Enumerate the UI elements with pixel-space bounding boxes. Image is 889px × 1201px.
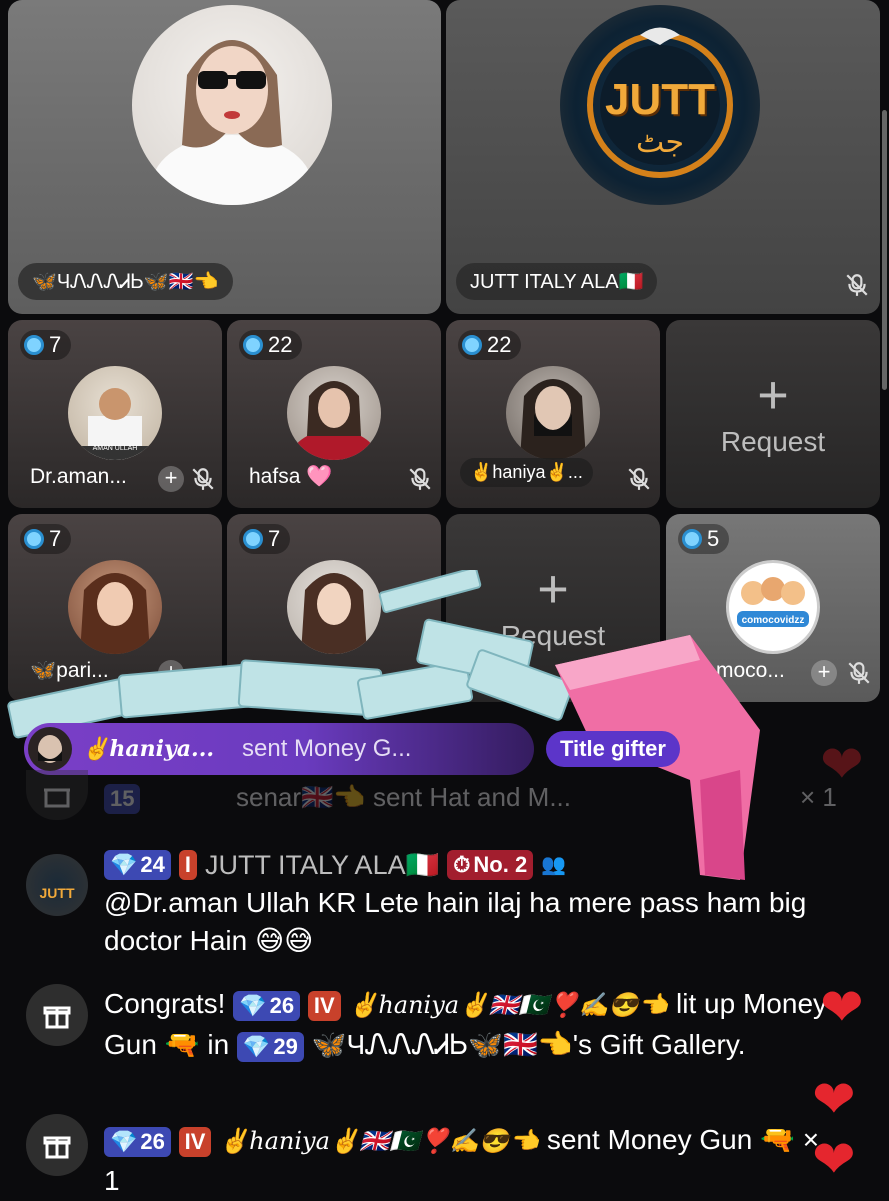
seat-name: hafsa 🩷 (249, 465, 333, 488)
message-text: @Dr.aman Ullah KR Lete hain ilaj ha mere… (104, 887, 807, 956)
user-avatar-text: JUTT (39, 885, 75, 901)
mic-muted-icon (409, 468, 431, 490)
level-badge: 💎 26 (233, 990, 301, 1021)
user-avatar[interactable]: JUTT (26, 854, 88, 916)
seat-score-value: 22 (487, 332, 512, 357)
gift-banner-sender: ✌️haniya... (82, 736, 215, 762)
seat-name: ✌️haniya✌️... (460, 458, 593, 487)
seat-score-value: 7 (49, 526, 62, 551)
level-badge: 💎 24 (104, 850, 171, 880)
seat-score-value: 5 (707, 526, 720, 551)
diamond-icon (462, 335, 482, 355)
heart-icon: ❤ (820, 979, 864, 1037)
request-label: Request (720, 426, 826, 457)
seat-3[interactable]: 22 ✌️haniya✌️... (446, 320, 660, 508)
level-badge: 💎 26 (104, 1126, 171, 1157)
level-value: 26 (269, 992, 295, 1018)
seat-score: 7 (239, 524, 291, 554)
gift-icon (26, 984, 88, 1046)
gift-banner-text: sent Money G... (242, 735, 412, 762)
rank-badge: ⏱ No. 2 (447, 850, 534, 880)
diamond-icon (243, 529, 263, 549)
diamond-icon: 💎 (242, 1033, 271, 1059)
diamond-icon: 💎 (239, 992, 267, 1018)
people-icon: 👥 (541, 854, 567, 876)
mic-muted-icon (628, 468, 650, 490)
host-name-2: JUTT ITALY ALA🇮🇹 (456, 263, 658, 300)
seat-score: 22 (458, 330, 522, 360)
congrats-text: Congrats! (104, 988, 226, 1019)
seat-score-value: 7 (49, 332, 62, 357)
seat-avatar: AMAN ULLAH (68, 366, 162, 460)
recipient-username[interactable]: 🦋ЧᏁᏁᏁᏗᏏ🦋🇬🇧👈 (312, 1029, 573, 1060)
fan-badge: I (178, 850, 198, 880)
rank-value: No. 2 (473, 852, 528, 877)
seat-avatar (287, 366, 381, 460)
seat-2[interactable]: 22 hafsa 🩷 (227, 320, 441, 508)
seat-score: 7 (20, 330, 72, 360)
heart-icon: ❤ (812, 1071, 856, 1129)
jutt-logo-text: JUTT (605, 75, 715, 124)
mic-muted-icon (846, 274, 868, 296)
heart-icon: ❤ (820, 736, 864, 794)
seat-1[interactable]: 7 AMAN ULLAH Dr.aman... + (8, 320, 222, 508)
diamond-icon (243, 335, 263, 355)
message-username[interactable]: JUTT ITALY ALA🇮🇹 (205, 846, 439, 884)
host-tile-1[interactable]: 🦋ЧᏁᏁᏁᏗᏏ🦋🇬🇧👈 (8, 0, 441, 314)
seat-name: Dr.aman... (30, 465, 127, 488)
gift-icon (26, 770, 88, 820)
host-name-1: 🦋ЧᏁᏁᏁᏗᏏ🦋🇬🇧👈 (18, 263, 233, 300)
seat-score: 7 (20, 524, 72, 554)
seat-avatar (506, 366, 600, 460)
stopwatch-icon: ⏱ (453, 852, 471, 877)
diamond-icon: 💎 (110, 852, 138, 877)
message-username[interactable]: ✌️haniya✌️🇬🇧🇵🇰❣️✍️😎👈 (348, 991, 668, 1019)
diamond-icon (24, 335, 44, 355)
message-text-end: 's Gift Gallery. (572, 1029, 746, 1060)
faded-message: senar🇬🇧👈 sent Hat and M... (236, 782, 571, 812)
host-avatar-1 (132, 5, 332, 205)
level-value: 24 (140, 852, 165, 877)
seat-score-value: 7 (268, 526, 281, 551)
gift-banner-avatar (28, 727, 72, 771)
gift-banner[interactable]: ✌️haniya... sent Money G... (24, 723, 534, 775)
level-value: 29 (273, 1033, 298, 1059)
seat-score-value: 22 (268, 332, 293, 357)
message-username[interactable]: ✌️haniya✌️🇬🇧🇵🇰❣️✍️😎👈 (219, 1127, 539, 1155)
seat-score: 22 (239, 330, 303, 360)
title-gifter-badge: Title gifter (546, 731, 680, 767)
seat-request-1[interactable]: + Request (666, 320, 880, 508)
jutt-logo: JUTT جٹ (560, 5, 760, 205)
mic-muted-icon (192, 468, 214, 490)
heart-icon: ❤ (812, 1131, 856, 1189)
gift-icon (26, 1114, 88, 1176)
avatar-caption: AMAN ULLAH (92, 445, 138, 452)
jutt-logo-subtext: جٹ (635, 126, 684, 159)
level-value: 26 (140, 1128, 165, 1154)
level-badge: 💎 29 (236, 1031, 304, 1062)
message-header: 💎 24 I JUTT ITALY ALA🇮🇹 ⏱ No. 2 👥 (104, 846, 864, 884)
scrollbar[interactable] (882, 110, 887, 390)
level-value: 15 (110, 786, 135, 811)
follow-button[interactable]: + (158, 466, 184, 492)
diamond-icon: 💎 (110, 1128, 138, 1154)
diamond-icon (24, 529, 44, 549)
plus-icon: + (757, 365, 789, 425)
seat-score: 5 (678, 524, 730, 554)
fan-badge: IV (178, 1126, 212, 1157)
diamond-icon (682, 529, 702, 549)
host-tile-2[interactable]: JUTT جٹ JUTT ITALY ALA🇮🇹 (446, 0, 880, 314)
fan-badge: IV (307, 990, 341, 1021)
faded-chat-row: 15 senar🇬🇧👈 sent Hat and M... × 1 (0, 770, 889, 820)
level-badge: 15 (104, 784, 141, 814)
